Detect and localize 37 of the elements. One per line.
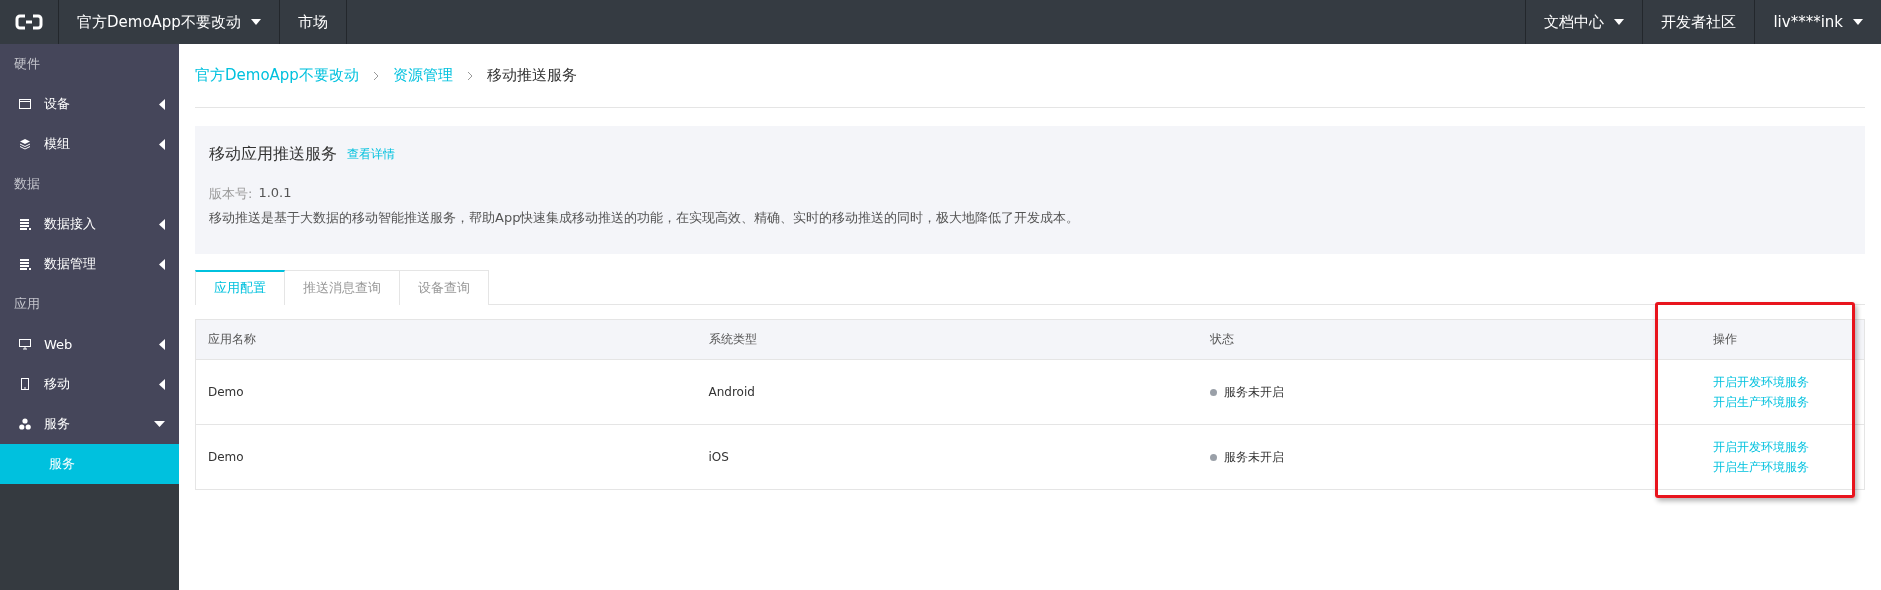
column-header: 系统类型 [696,319,1198,360]
status-dot [1209,388,1217,396]
sidebar-item[interactable]: 数据接入 [0,204,179,244]
breadcrumb-current: 移动推送服务 [486,66,577,85]
description-text: 移动推送是基于大数据的移动智能推送服务，帮助App快速集成移动推送的功能，在实现高效、精确、实时的移动推送的同时，极大地降低了开发成本。 [209,209,1081,227]
sidebar-item[interactable]: 模组 [0,124,179,164]
section-heading: 数据 [14,175,40,193]
list-icon [18,257,32,271]
chevron-icon [466,70,473,81]
layers-icon [18,137,32,151]
list-icon [18,217,32,231]
window-icon [18,97,32,111]
phone-icon [18,377,32,391]
chevron-icon [372,70,379,81]
sidebar-item[interactable]: Web [0,324,179,364]
column-header: 应用名称 [195,319,697,360]
table-cell: Android [696,359,1198,425]
version-number: 1.0.1 [258,185,292,202]
column-header: 状态 [1197,319,1701,360]
monitor-icon [18,337,32,351]
status-dot [1209,453,1217,461]
status-text: 服务未开启 [1223,383,1284,401]
sidebar-item[interactable]: 服务 [0,404,179,444]
section-heading: 应用 [14,295,40,313]
table-cell: iOS [696,424,1198,490]
section-heading: 硬件 [14,55,40,73]
sidebar-item[interactable]: 设备 [0,84,179,124]
logo-icon [15,14,43,30]
table-cell: Demo [195,424,697,490]
version-label: 版本号: [209,185,253,203]
sidebar-item[interactable]: 移动 [0,364,179,404]
panel-title: 移动应用推送服务 [209,144,337,165]
cluster-icon [18,417,32,431]
table-cell: Demo [195,359,697,425]
sidebar-item[interactable]: 数据管理 [0,244,179,284]
status-text: 服务未开启 [1223,448,1284,466]
column-header: 操作 [1700,319,1865,360]
